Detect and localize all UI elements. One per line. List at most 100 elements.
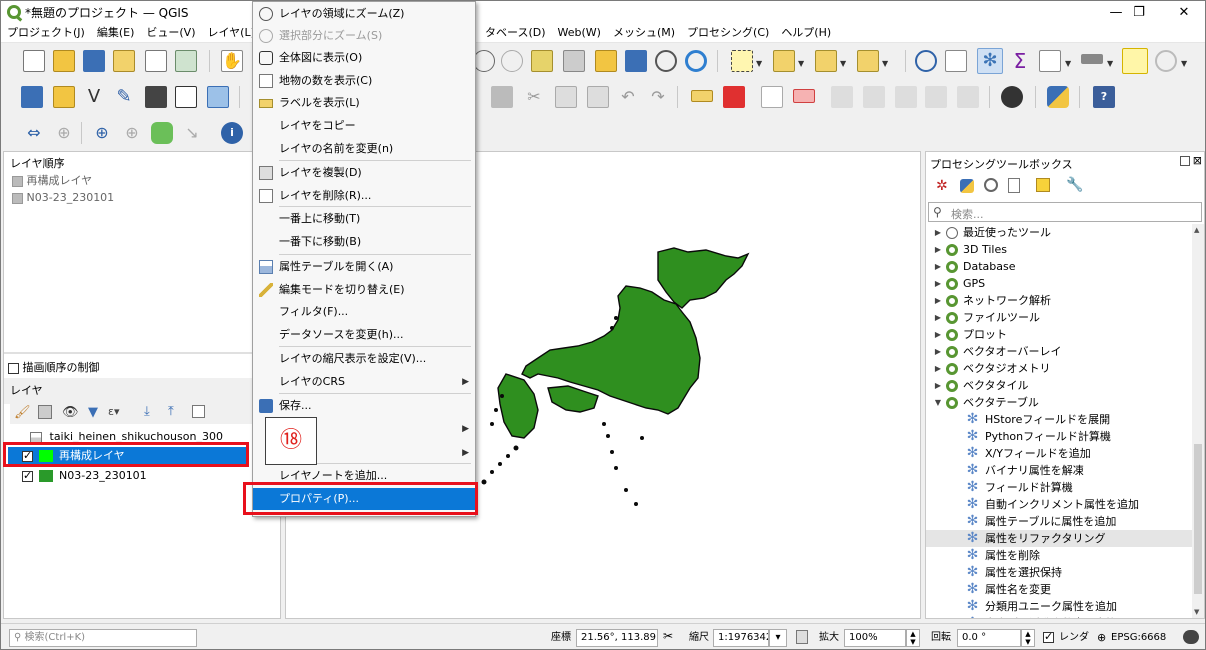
scroll-down-icon[interactable]: ▼ (1194, 608, 1199, 616)
georef-icon[interactable]: ⊕ (91, 122, 113, 144)
processing-toolbox-gear-icon[interactable]: ✻ (977, 48, 1003, 74)
label-properties-icon[interactable] (957, 86, 979, 108)
context-menu-item[interactable]: 一番下に移動(B) (253, 231, 475, 253)
context-menu-item[interactable]: 属性テーブルを開く(A) (253, 256, 475, 278)
scale-field[interactable]: 1:19763422 (713, 629, 769, 647)
expand-all-icon[interactable]: ⤓ (144, 404, 150, 419)
locator-dropdown-icon[interactable]: ▼ (1181, 59, 1187, 68)
magnifier-spinner[interactable]: ▲ ▼ (906, 629, 920, 647)
toolbox-group[interactable]: ▶ GPS (932, 275, 985, 292)
style-brush-icon[interactable]: 🖌 (14, 405, 31, 420)
new-spatial-bookmark-icon[interactable] (595, 50, 617, 72)
render-order-checkbox[interactable] (8, 362, 19, 374)
scale-dropdown-icon[interactable]: ▾ (769, 629, 787, 647)
toolbox-algorithm[interactable]: ✻ Pythonフィールド計算機 (926, 428, 1192, 445)
show-hide-label-icon[interactable] (925, 86, 947, 108)
collapse-arrow-icon[interactable]: ▶ (932, 224, 944, 241)
delete-selected-icon[interactable] (491, 86, 513, 108)
lock-scale-icon[interactable] (796, 630, 808, 644)
highlight-label-icon[interactable] (793, 89, 815, 103)
collapse-arrow-icon[interactable]: ▶ (932, 258, 944, 275)
collapse-arrow-icon[interactable]: ▶ (932, 309, 944, 326)
extents-toggle-icon[interactable]: ✂ (663, 629, 673, 643)
close-panel-icon[interactable]: ⊠ (1193, 154, 1202, 167)
open-project-icon[interactable] (53, 50, 75, 72)
style-manager-icon[interactable] (175, 50, 197, 72)
toolbox-algorithm[interactable]: ✻ 分類用ユニーク属性を追加 (926, 598, 1192, 615)
maximize-button[interactable]: ❐ (1116, 1, 1162, 23)
collapse-all-icon[interactable]: ⤒ (168, 404, 174, 419)
measure-icon[interactable] (1081, 54, 1103, 64)
render-checkbox[interactable] (1043, 630, 1054, 644)
select-value-dropdown-icon[interactable]: ▼ (798, 59, 804, 68)
toolbox-algorithm[interactable]: ✻ フィールド計算機 (926, 479, 1192, 496)
add-gcp-icon[interactable]: ⊕ (121, 122, 143, 144)
rotate-label-icon[interactable] (863, 86, 885, 108)
deselect-icon[interactable] (815, 50, 837, 72)
toolbox-group[interactable]: ▶ Database (932, 258, 1016, 275)
attribute-table-icon[interactable] (1039, 50, 1061, 72)
identify-icon[interactable] (915, 50, 937, 72)
add-raster-icon[interactable] (145, 86, 167, 108)
context-menu-item[interactable]: レイヤの縮尺表示を設定(V)... (253, 348, 475, 370)
map-tips-icon[interactable] (1122, 48, 1148, 74)
table-dropdown-icon[interactable]: ▼ (1065, 59, 1071, 68)
toolbox-algorithm[interactable]: ✻ HStoreフィールドを展開 (926, 411, 1192, 428)
menu-edit[interactable]: 編集(E) (91, 23, 141, 43)
edit-in-place-icon[interactable] (1036, 178, 1050, 192)
context-menu-item[interactable]: 地物の数を表示(C) (253, 70, 475, 92)
collapse-arrow-icon[interactable]: ▶ (932, 241, 944, 258)
toolbox-algorithm[interactable]: ✻ 属性をリファクタリング (926, 530, 1192, 547)
diagram-icon[interactable] (723, 86, 745, 108)
toolbox-algorithm[interactable]: ✻ バイナリ属性を解凍 (926, 462, 1192, 479)
menu-mesh[interactable]: メッシュ(M) (607, 23, 681, 43)
remove-layer-icon[interactable] (192, 405, 205, 418)
toolbox-group[interactable]: ▶ ファイルツール (932, 309, 1040, 326)
toolbox-group[interactable]: ▼ ベクタテーブル (932, 394, 1039, 411)
context-menu-item[interactable]: レイヤを削除(R)... (253, 185, 475, 207)
refresh-icon[interactable] (685, 50, 707, 72)
digitize-pencil-icon[interactable]: ✎ (113, 86, 135, 108)
statistics-sigma-icon[interactable]: Σ (1009, 50, 1031, 72)
context-menu-item[interactable]: レイヤの領域にズーム(Z) (253, 3, 475, 25)
close-button[interactable]: ✕ (1161, 1, 1205, 23)
scrollbar-thumb[interactable] (1194, 444, 1202, 594)
temporal-controller-icon[interactable] (625, 50, 647, 72)
processing-search-input[interactable]: ⚲ 検索... (928, 202, 1202, 222)
crosshair-icon[interactable]: ⊕ (53, 122, 75, 144)
context-menu-item[interactable]: フィルタ(F)... (253, 301, 475, 323)
change-label-icon[interactable] (895, 86, 917, 108)
add-delimited-text-icon[interactable]: V (83, 86, 105, 108)
trace-icon[interactable]: ↘ (181, 122, 203, 144)
float-panel-icon[interactable] (1180, 156, 1190, 166)
save-project-icon[interactable] (83, 50, 105, 72)
move-label-icon[interactable] (831, 86, 853, 108)
info-icon[interactable]: i (221, 122, 243, 144)
context-menu-item[interactable]: 編集モードを切り替え(E) (253, 279, 475, 301)
add-group-icon[interactable] (38, 405, 52, 419)
toolbox-group[interactable]: ▶ ベクタタイル (932, 377, 1029, 394)
collapse-arrow-icon[interactable]: ▶ (932, 360, 944, 377)
expand-arrow-icon[interactable]: ▼ (932, 394, 944, 411)
toolbox-group[interactable]: ▶ ネットワーク解析 (932, 292, 1051, 309)
show-bookmarks-icon[interactable] (563, 50, 585, 72)
zoom-layer-tool-icon[interactable] (473, 50, 495, 72)
python-icon[interactable] (1047, 86, 1069, 108)
measure-dropdown-icon[interactable]: ▼ (1107, 59, 1113, 68)
new-project-icon[interactable] (23, 50, 45, 72)
data-source-manager-icon[interactable] (21, 86, 43, 108)
models-gear-icon[interactable]: ✲ (936, 178, 948, 194)
menu-processing[interactable]: プロセシング(C) (681, 23, 775, 43)
select-by-value-icon[interactable] (773, 50, 795, 72)
context-menu-item[interactable]: ラベルを表示(L) (253, 92, 475, 114)
rotation-field[interactable]: 0.0 ° (957, 629, 1021, 647)
zoom-selection-tool-icon[interactable] (501, 50, 523, 72)
visibility-eye-icon[interactable]: 👁 (62, 405, 79, 420)
collapse-arrow-icon[interactable]: ▶ (932, 377, 944, 394)
menu-help[interactable]: ヘルプ(H) (775, 23, 837, 43)
copy-features-icon[interactable] (555, 86, 577, 108)
new-bookmark-icon[interactable] (531, 50, 553, 72)
settings-wrench-icon[interactable]: 🔧 (1066, 177, 1083, 193)
toolbox-group[interactable]: ▶ ベクタジオメトリ (932, 360, 1051, 377)
scroll-up-icon[interactable]: ▲ (1194, 226, 1199, 234)
